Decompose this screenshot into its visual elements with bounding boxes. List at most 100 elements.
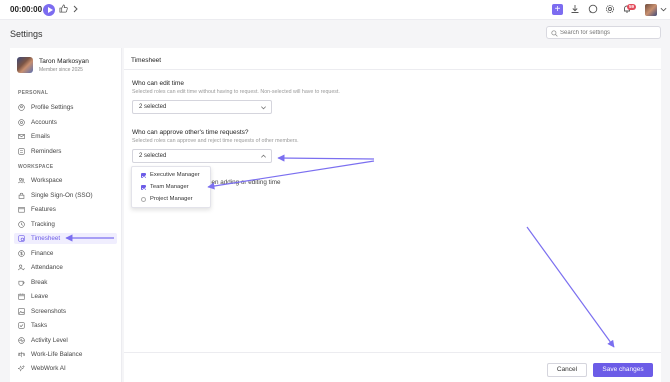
option-project-manager[interactable]: Project Manager: [141, 195, 209, 205]
sidebar-item-label: Tracking: [31, 221, 55, 228]
select-value: 2 selected: [139, 104, 167, 110]
checklist-icon: [18, 322, 25, 329]
option-team-manager[interactable]: Team Manager: [141, 183, 209, 193]
section-label-personal: PERSONAL: [18, 90, 49, 96]
cancel-button[interactable]: Cancel: [547, 363, 587, 377]
approve-requests-select[interactable]: 2 selected: [132, 149, 272, 163]
user-avatar[interactable]: [645, 4, 657, 16]
save-changes-button[interactable]: Save changes: [593, 363, 653, 377]
checkbox-checked[interactable]: [141, 173, 146, 178]
partially-hidden-setting-text: hen adding or editing time: [208, 179, 281, 186]
sidebar-item-tracking[interactable]: Tracking: [14, 219, 117, 230]
sidebar-item-label: Work-Life Balance: [31, 351, 83, 358]
sidebar-item-label: Leave: [31, 293, 49, 300]
timer-display: 00:00:00: [10, 5, 43, 14]
sidebar-item-label: Break: [31, 279, 48, 286]
person-check-icon: [18, 264, 25, 271]
sidebar-item-activity-level[interactable]: Activity Level: [14, 335, 117, 346]
timesheet-icon: [18, 235, 25, 242]
profile-avatar: [17, 57, 33, 73]
sidebar-item-label: Workspace: [31, 177, 63, 184]
dollar-icon: [18, 250, 25, 257]
section-title: Timesheet: [131, 57, 162, 64]
sidebar-item-label: Accounts: [31, 119, 57, 126]
sidebar-item-label: Features: [31, 206, 56, 213]
calendar-icon: [18, 293, 25, 300]
sidebar-item-tasks[interactable]: Tasks: [14, 320, 117, 331]
people-icon: [18, 177, 25, 184]
sidebar-item-accounts[interactable]: Accounts: [14, 117, 117, 128]
select-value: 2 selected: [139, 153, 167, 159]
sidebar-item-attendance[interactable]: Attendance: [14, 262, 117, 273]
sidebar-item-label: Single Sign-On (SSO): [31, 192, 93, 199]
chevron-down-icon: [260, 104, 267, 113]
thumbs-up-icon[interactable]: [57, 4, 69, 16]
top-bar: 00:00:00 + 59: [0, 0, 670, 20]
action-footer: Cancel Save changes: [124, 352, 661, 382]
edit-time-label: Who can edit time: [132, 80, 185, 87]
sidebar-item-label: Attendance: [31, 264, 63, 271]
edit-time-description: Selected roles can edit time without hav…: [132, 89, 340, 95]
sidebar-item-label: Timesheet: [31, 235, 61, 242]
page-title: Settings: [10, 29, 43, 39]
search-field[interactable]: [546, 26, 661, 39]
chevron-right-icon[interactable]: [69, 4, 81, 16]
approver-roles-dropdown: Executive Manager Team Manager Project M…: [131, 166, 211, 208]
sidebar-item-sso[interactable]: Single Sign-On (SSO): [14, 190, 117, 201]
sidebar-item-leave[interactable]: Leave: [14, 291, 117, 302]
image-icon: [18, 308, 25, 315]
chat-icon[interactable]: [587, 4, 599, 16]
option-executive-manager[interactable]: Executive Manager: [141, 171, 209, 181]
activity-icon: [18, 337, 25, 344]
sidebar-item-emails[interactable]: Emails: [14, 131, 117, 142]
search-icon: [551, 30, 558, 37]
bell-list-icon: [18, 148, 25, 155]
sidebar-item-profile-settings[interactable]: Profile Settings: [14, 102, 117, 113]
sidebar-item-label: Finance: [31, 250, 54, 257]
balance-icon: [18, 351, 25, 358]
sidebar-item-features[interactable]: Features: [14, 204, 117, 215]
mail-icon: [18, 133, 25, 140]
sidebar-item-label: Activity Level: [31, 337, 68, 344]
approve-requests-label: Who can approve other's time requests?: [132, 129, 249, 136]
sidebar-item-break[interactable]: Break: [14, 277, 117, 288]
sidebar-item-timesheet[interactable]: Timesheet: [14, 233, 117, 244]
play-button[interactable]: [43, 4, 55, 16]
profile-name: Taron Markosyan: [39, 58, 89, 65]
approve-requests-description: Selected roles can approve and reject ti…: [132, 138, 299, 144]
checkbox-unchecked[interactable]: [141, 197, 146, 202]
profile-member-since: Member since 2025: [39, 67, 83, 73]
sidebar-item-webwork-ai[interactable]: WebWork AI: [14, 363, 117, 374]
download-icon[interactable]: [569, 4, 581, 16]
coffee-icon: [18, 279, 25, 286]
sidebar-item-reminders[interactable]: Reminders: [14, 146, 117, 157]
box-icon: [18, 206, 25, 213]
checkbox-checked[interactable]: [141, 185, 146, 190]
chevron-down-icon[interactable]: [657, 4, 669, 16]
at-icon: [18, 119, 25, 126]
search-input[interactable]: [560, 28, 658, 38]
settings-sidebar: Taron Markosyan Member since 2025 PERSON…: [10, 48, 122, 382]
notification-badge: 59: [627, 4, 636, 10]
section-label-workspace: WORKSPACE: [18, 164, 54, 170]
timesheet-settings-panel: Timesheet Who can edit time Selected rol…: [124, 48, 661, 382]
sidebar-item-label: Emails: [31, 133, 50, 140]
sidebar-item-label: Tasks: [31, 322, 48, 329]
user-gear-icon: [18, 104, 25, 111]
edit-time-select[interactable]: 2 selected: [132, 100, 272, 114]
sidebar-item-work-life-balance[interactable]: Work-Life Balance: [14, 349, 117, 360]
sidebar-item-finance[interactable]: Finance: [14, 248, 117, 259]
sidebar-item-label: WebWork AI: [31, 365, 66, 372]
sidebar-item-label: Profile Settings: [31, 104, 74, 111]
settings-gear-icon[interactable]: [604, 4, 616, 16]
lock-icon: [18, 192, 25, 199]
divider: [124, 69, 661, 70]
sidebar-item-workspace[interactable]: Workspace: [14, 175, 117, 186]
chevron-up-icon: [260, 153, 267, 162]
sparkle-icon: [17, 364, 26, 372]
sidebar-item-label: Screenshots: [31, 308, 67, 315]
option-label: Team Manager: [150, 184, 189, 190]
sidebar-item-screenshots[interactable]: Screenshots: [14, 306, 117, 317]
option-label: Project Manager: [150, 196, 193, 202]
add-button[interactable]: +: [552, 4, 563, 15]
